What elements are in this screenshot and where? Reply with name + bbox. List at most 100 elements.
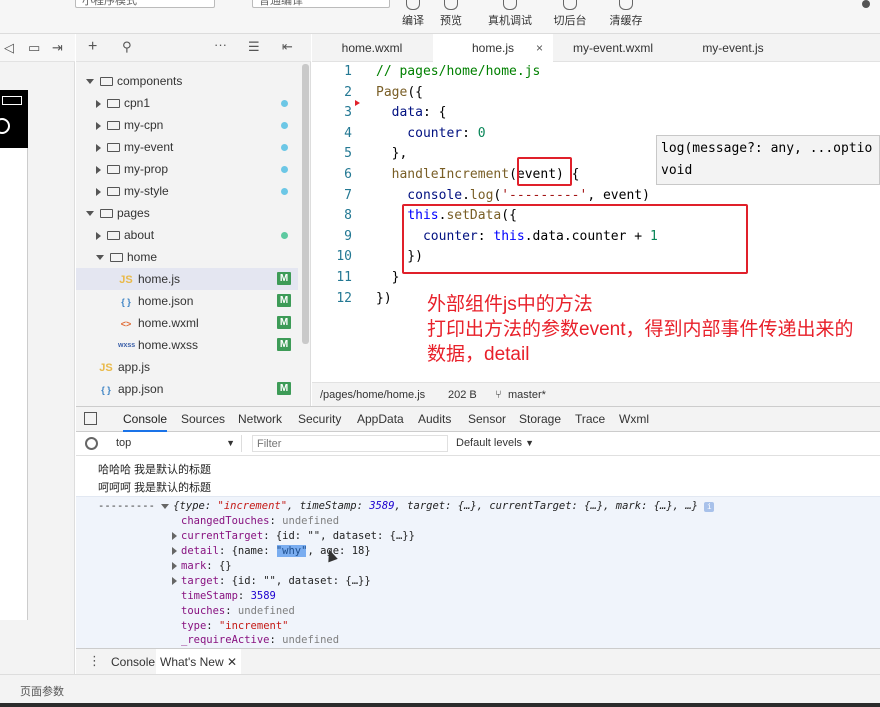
phone-status-bar [0,90,28,148]
tab-my-event-js[interactable]: my-event.js [673,34,793,62]
more-dot[interactable] [862,0,870,8]
tree-file-home-wxss[interactable]: wxss home.wxss M [76,334,298,356]
tooltip-return-type: void [661,163,693,178]
folder-icon [100,209,113,219]
json-file-icon: { } [101,384,111,395]
inspect-icon[interactable] [84,412,97,425]
prop-row[interactable]: currentTarget: {id: "", dataset: {…}} [172,530,415,542]
volume-icon[interactable]: ◁ [4,41,14,55]
code-token: . [462,187,470,203]
search-icon[interactable]: ⚲ [122,40,132,54]
preview-button[interactable]: 预览 [426,0,476,28]
top-toolbar: 小程序模式 普通编译 编译 预览 真机调试 切后台 清缓存 [0,0,880,34]
tree-folder-about[interactable]: about [76,224,298,246]
tree-file-app-js[interactable]: JS app.js [76,356,298,378]
tab-wxml[interactable]: Wxml [619,406,649,432]
info-icon[interactable]: i [704,502,715,512]
expand-triangle-icon[interactable] [172,532,177,540]
folder-icon [110,253,123,263]
tree-folder-pages[interactable]: pages [76,202,298,224]
branch-icon: ⑂ [495,389,502,401]
tree-file-home-js[interactable]: JS home.js M [76,268,298,290]
tree-folder-home[interactable]: home [76,246,298,268]
tree-folder-cpn1[interactable]: cpn1 [76,92,298,114]
tab-home-js[interactable]: home.js × [433,34,553,62]
tab-storage[interactable]: Storage [519,406,561,432]
tree-file-app-json[interactable]: { } app.json M [76,378,298,400]
tab-audits[interactable]: Audits [418,406,451,432]
expand-triangle-icon[interactable] [172,577,177,585]
more-icon[interactable]: ··· [214,38,227,52]
git-branch[interactable]: master* [508,383,546,407]
tab-label: Storage [519,412,562,426]
collapse-arrow-icon [96,121,101,130]
prop-row[interactable]: target: {id: "", dataset: {…}} [172,575,371,587]
prop-row[interactable]: detail: {name: "why", age: 18} [172,545,371,557]
remote-debug-button[interactable]: 真机调试 [485,0,535,28]
tree-file-home-wxml[interactable]: <> home.wxml M [76,312,298,334]
tab-my-event-wxml[interactable]: my-event.wxml [553,34,673,62]
tab-sensor[interactable]: Sensor [468,406,506,432]
tree-folder-my-prop[interactable]: my-prop [76,158,298,180]
expand-triangle-icon[interactable] [172,562,177,570]
modified-dot [281,188,288,195]
tab-sources[interactable]: Sources [181,406,225,432]
dock-icon[interactable]: ⇥ [52,41,63,55]
console-filter-bar: top ▼ Default levels ▼ [76,432,880,456]
modified-dot [281,232,288,239]
prop-row: touches: undefined [181,605,295,617]
drawer-menu-icon[interactable]: ⋮ [88,654,101,668]
tab-security[interactable]: Security [298,406,341,432]
code-token: '---------' [501,187,588,203]
context-select[interactable]: top ▼ [110,435,242,452]
event-object-summary[interactable]: --------- {type: "increment", timeStamp:… [98,500,715,512]
tab-appdata[interactable]: AppData [357,406,404,432]
compile-select[interactable]: 普通编译 [252,0,390,8]
simulator-toolbar: ◁ ▭ ⇥ [0,34,75,62]
close-icon[interactable]: × [536,34,543,62]
line-number: 5 [344,146,352,162]
tree-folder-my-event[interactable]: my-event [76,136,298,158]
window-icon[interactable]: ▭ [28,41,40,55]
tab-console[interactable]: Console [123,406,168,432]
clear-cache-button[interactable]: 清缓存 [601,0,651,28]
drawer-tab-whats-new[interactable]: What's New ✕ [156,649,242,675]
prop-row[interactable]: mark: {} [172,560,232,572]
explorer-scrollbar[interactable] [302,64,309,344]
code-token: Page [376,84,408,100]
tree-folder-components[interactable]: components [76,70,298,92]
file-path: /pages/home/home.js [320,389,426,401]
tree-folder-my-style[interactable]: my-style [76,180,298,202]
modified-badge: M [277,294,291,307]
code-line: data: { [376,103,447,124]
tab-label: my-event.wxml [572,41,653,55]
tab-label: AppData [357,412,404,426]
tree-file-home-json[interactable]: { } home.json M [76,290,298,312]
page-params-button[interactable]: 页面参数 [20,683,64,699]
line-number: 8 [344,208,352,224]
line-number: 12 [336,290,352,306]
tree-folder-my-cpn[interactable]: my-cpn [76,114,298,136]
tab-home-wxml[interactable]: home.wxml [312,34,432,62]
expand-triangle-icon[interactable] [172,547,177,555]
levels-select[interactable]: Default levels ▼ [456,435,534,452]
console-filter-input[interactable] [252,435,448,452]
add-icon[interactable]: + [88,39,97,55]
annotation-line: 打印出方法的参数event，得到内部事件传递出来的数据，detail [427,319,854,365]
tree-label: my-prop [124,162,169,176]
collapse-icon[interactable]: ⇤ [282,40,293,54]
mode-select[interactable]: 小程序模式 [75,0,215,8]
sort-icon[interactable]: ☰ [248,40,260,54]
background-button[interactable]: 切后台 [545,0,595,28]
record-icon[interactable] [0,118,10,134]
drawer-tab-console[interactable]: Console [111,655,155,669]
tab-trace[interactable]: Trace [575,406,605,432]
tab-network[interactable]: Network [238,406,282,432]
explorer-toolbar: + ⚲ ··· ☰ ⇤ [76,34,311,62]
prop-row: changedTouches: undefined [181,515,340,527]
tooltip-signature: log(message?: any, ...optio [661,141,873,156]
clear-console-icon[interactable] [85,437,98,450]
modified-dot [281,166,288,173]
close-icon[interactable]: ✕ [227,655,237,669]
expand-triangle-icon[interactable] [161,503,170,509]
